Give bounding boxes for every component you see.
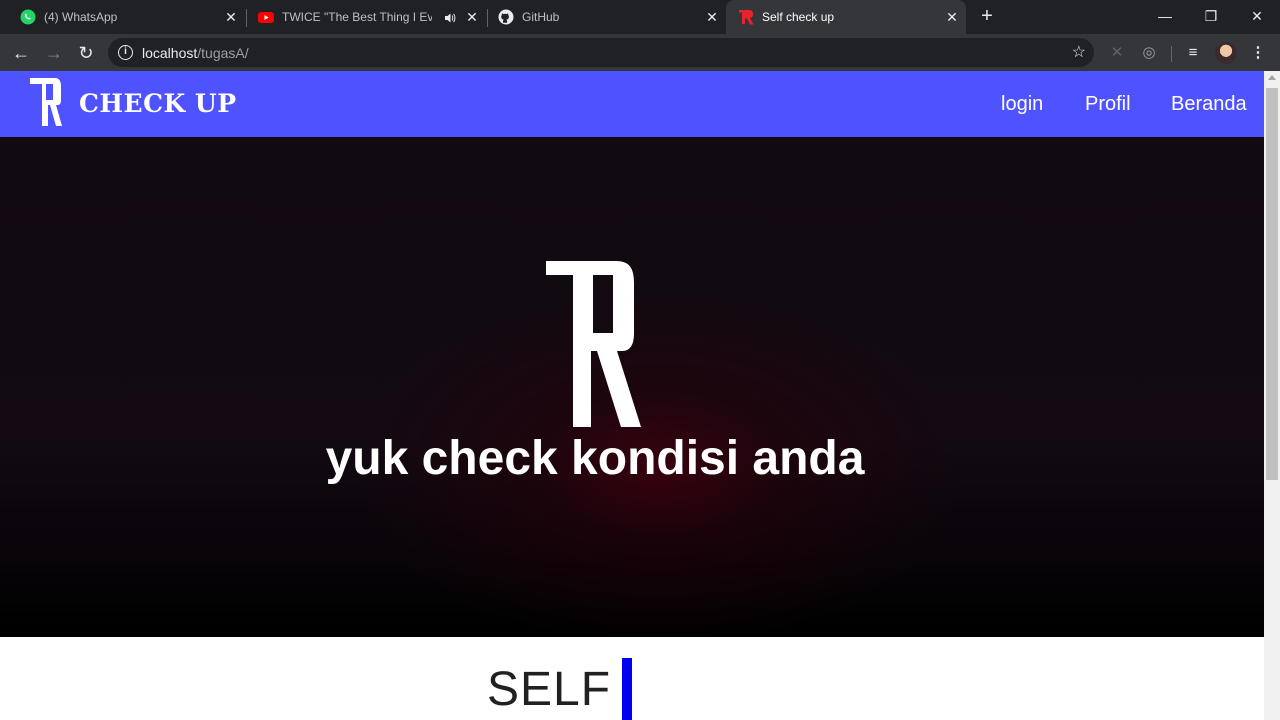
github-icon <box>498 9 514 25</box>
media-queue-icon[interactable]: ≡ <box>1182 42 1204 64</box>
reload-icon[interactable]: ↻ <box>73 40 99 66</box>
scroll-up-arrow-icon[interactable] <box>1268 75 1276 80</box>
youtube-icon <box>258 12 274 23</box>
minimize-icon[interactable]: — <box>1151 4 1179 28</box>
toolbar-divider <box>1171 46 1172 62</box>
extension-icon[interactable]: ◎ <box>1138 42 1160 64</box>
tab-strip: (4) WhatsApp ✕ TWICE "The Best Thing I E… <box>0 0 1280 34</box>
tab-youtube[interactable]: TWICE "The Best Thing I Ever Did" ✕ <box>248 0 486 34</box>
typing-cursor <box>622 658 632 720</box>
url-text[interactable]: localhost/tugasA/ <box>142 45 249 61</box>
hero-section: yuk check kondisi anda <box>0 137 1264 637</box>
extension-x-icon[interactable]: ✕ <box>1106 42 1128 64</box>
url-path: /tugasA/ <box>197 45 249 61</box>
nav-beranda-link[interactable]: Beranda <box>1171 93 1247 116</box>
tab-self-check-up[interactable]: Self check up ✕ <box>726 0 966 34</box>
forward-icon[interactable]: → <box>41 40 67 66</box>
nav-profil-link[interactable]: Profil <box>1085 93 1131 116</box>
tab-title: GitHub <box>522 10 560 24</box>
url-host: localhost <box>142 45 198 61</box>
nav-login-link[interactable]: login <box>1001 93 1043 116</box>
page-viewport: CHECK UP login Profil Beranda yuk check … <box>0 71 1264 720</box>
whatsapp-icon <box>20 9 36 25</box>
close-tab-icon[interactable]: ✕ <box>704 9 720 25</box>
brand-logo-icon[interactable] <box>28 76 64 128</box>
section-title: SELF <box>487 663 612 716</box>
new-tab-button[interactable]: + <box>976 6 998 28</box>
scrollbar-thumb[interactable] <box>1266 88 1278 480</box>
menu-kebab-icon[interactable]: ⋮ <box>1247 42 1269 64</box>
tab-whatsapp[interactable]: (4) WhatsApp ✕ <box>0 0 245 34</box>
speaker-icon[interactable] <box>444 12 456 24</box>
close-window-icon[interactable]: ✕ <box>1243 4 1271 28</box>
close-tab-icon[interactable]: ✕ <box>944 9 960 25</box>
browser-toolbar: ← → ↻ i localhost/tugasA/ ☆ ✕ ◎ ≡ ⋮ <box>0 34 1280 71</box>
tab-title: TWICE "The Best Thing I Ever Did" <box>282 10 432 24</box>
tab-title: (4) WhatsApp <box>44 10 118 24</box>
tab-title: Self check up <box>762 10 835 24</box>
close-tab-icon[interactable]: ✕ <box>223 9 239 25</box>
hero-headline: yuk check kondisi anda <box>325 432 865 485</box>
site-logo-icon <box>739 10 754 25</box>
profile-avatar[interactable] <box>1215 42 1237 64</box>
page-scrollbar[interactable] <box>1264 71 1280 720</box>
back-icon[interactable]: ← <box>8 40 34 66</box>
tab-separator <box>246 9 247 27</box>
self-section: SELF <box>0 637 1264 720</box>
site-info-icon[interactable]: i <box>118 45 133 60</box>
close-tab-icon[interactable]: ✕ <box>464 9 480 25</box>
address-bar[interactable]: i localhost/tugasA/ ☆ <box>108 38 1094 67</box>
tab-github[interactable]: GitHub ✕ <box>488 0 726 34</box>
restore-icon[interactable]: ❐ <box>1197 4 1225 28</box>
site-navbar: CHECK UP login Profil Beranda <box>0 71 1264 137</box>
brand-name[interactable]: CHECK UP <box>79 89 237 118</box>
hero-logo-icon <box>546 261 641 427</box>
bookmark-star-icon[interactable]: ☆ <box>1072 42 1086 62</box>
